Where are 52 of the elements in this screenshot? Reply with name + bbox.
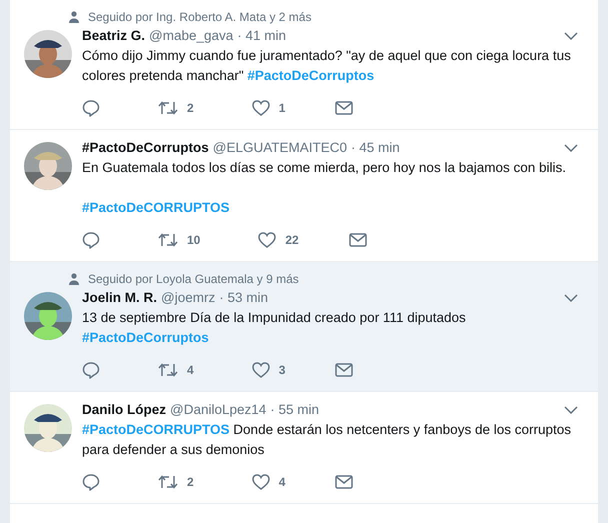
heart-icon[interactable] [252,100,270,116]
user-handle[interactable]: @DaniloLpez14 [170,402,266,417]
user-name[interactable]: Beatriz G. [82,28,146,43]
envelope-icon[interactable] [348,233,367,247]
tweet-time[interactable]: · 55 min [270,402,320,417]
followed-by-text: Seguido por Ing. Roberto A. Mata y 2 más [88,10,312,24]
retweet-count: 2 [187,475,194,489]
caret-icon[interactable] [564,294,578,302]
tweet-text: #PactoDeCORRUPTOS Donde estarán los netcenters y fanboys de los corruptos para defender a sus demonios [82,421,572,459]
like-count: 1 [278,101,286,115]
retweet-icon[interactable] [158,232,178,248]
reply-icon[interactable] [82,231,100,249]
tweet-text: 13 de septiembre Día de la Impunidad creado por 111 diputados #PactoDeCorruptos [82,309,467,347]
tweet-time[interactable]: · 53 min [219,290,268,305]
retweet-count: 2 [187,101,194,115]
heart-icon[interactable] [252,362,270,378]
like-count: 22 [285,233,299,247]
reply-icon[interactable] [82,473,100,491]
caret-icon[interactable] [564,144,578,152]
caret-icon[interactable] [564,406,578,414]
followed-by-text: Seguido por Loyola Guatemala y 9 más [88,272,299,286]
tweet-time[interactable]: · 41 min [237,28,286,43]
envelope-icon[interactable] [335,101,354,115]
user-handle[interactable]: @mabe_gava [149,28,234,43]
retweet-icon[interactable] [158,474,178,490]
person-icon [69,273,79,285]
hashtag-link[interactable]: #PactoDeCORRUPTOS [82,422,230,437]
retweet-icon[interactable] [158,362,178,378]
reply-icon[interactable] [82,99,100,117]
heart-icon[interactable] [258,232,276,248]
person-icon [69,11,79,23]
hashtag-link[interactable]: #PactoDeCORRUPTOS [82,200,230,215]
tweet-text: Cómo dijo Jimmy cuando fue juramentado? "ay de aquel que con ciega locura tus colores pretenda manchar" #PactoDeCorruptos [82,47,572,85]
tweet-time[interactable]: · 45 min [351,140,400,155]
like-count: 4 [278,475,286,489]
retweet-count: 10 [187,233,200,247]
reply-icon[interactable] [82,361,100,379]
retweet-count: 4 [187,363,194,377]
caret-icon[interactable] [564,32,578,40]
user-name[interactable]: #PactoDeCorruptos [82,140,209,155]
user-name[interactable]: Danilo López [82,402,166,417]
tweet-text: En Guatemala todos los días se come mierda, pero hoy nos la bajamos con bilis. [82,159,568,177]
like-count: 3 [278,363,286,377]
user-name[interactable]: Joelin M. R. [82,290,158,305]
hashtag-link[interactable]: #PactoDeCorruptos [82,330,209,345]
heart-icon[interactable] [252,474,270,490]
envelope-icon[interactable] [335,363,354,377]
user-handle[interactable]: @ELGUATEMAITEC0 [212,140,348,155]
retweet-icon[interactable] [158,100,178,116]
user-handle[interactable]: @joemrz [161,290,216,305]
hashtag-link[interactable]: #PactoDeCorruptos [247,68,374,83]
envelope-icon[interactable] [335,475,354,489]
